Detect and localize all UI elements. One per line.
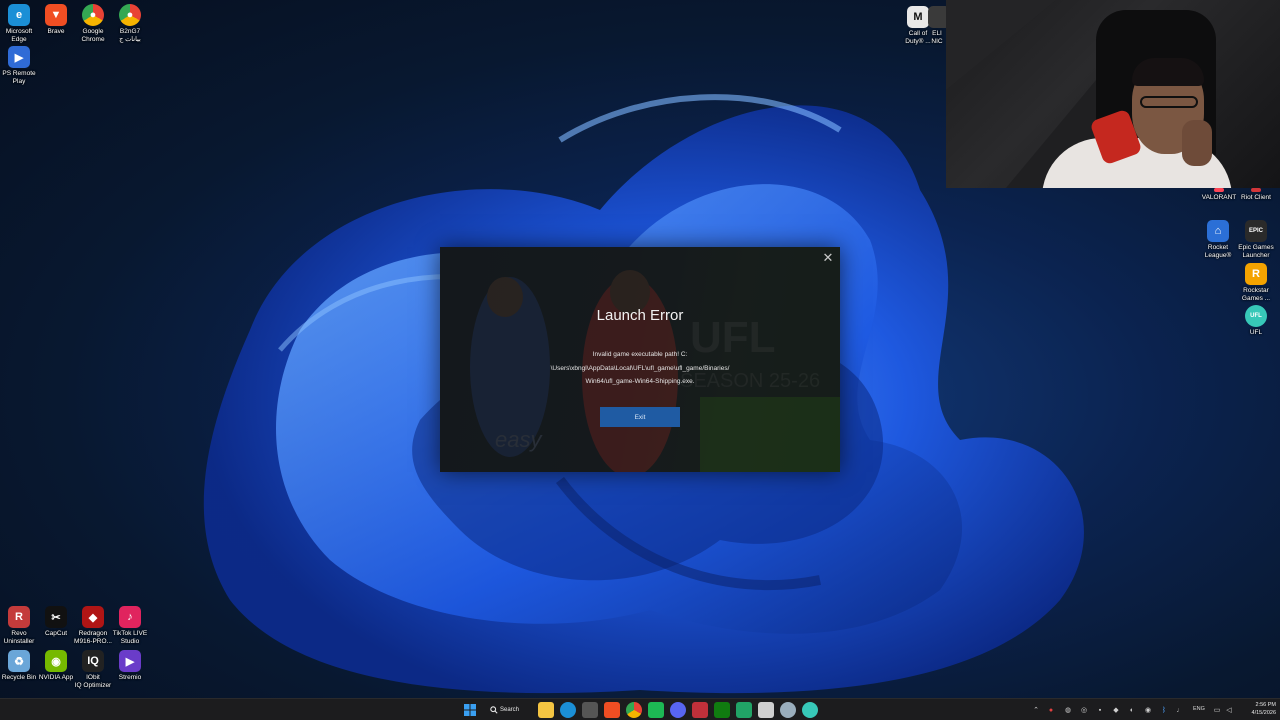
error-message-line: \Users\xbngl\AppData\Local\UFL\ufl_game\…: [550, 364, 730, 372]
capcut-icon: ✂: [45, 606, 67, 628]
desktop-icon-recycle-bin[interactable]: ♻ Recycle Bin: [0, 650, 38, 682]
tray-app-icon[interactable]: ◍: [1063, 704, 1073, 716]
nvidia-icon: ◉: [45, 650, 67, 672]
volume-icon[interactable]: ◁: [1224, 704, 1234, 716]
start-icon: [464, 704, 476, 716]
desktop-icon-chrome-profile[interactable]: ● B2nG7 بيانات ج: [111, 4, 149, 43]
clock-date: 4/15/2026: [1251, 710, 1276, 716]
steam-tray-icon[interactable]: ◉: [1143, 704, 1153, 716]
error-message-line: Invalid game executable path! C:: [592, 351, 688, 358]
search-icon: [490, 706, 498, 714]
brave-icon: ▼: [45, 4, 67, 26]
desktop-icon-ufl[interactable]: UFL UFL: [1237, 305, 1275, 337]
revo-uninstaller-icon: R: [8, 606, 30, 628]
taskbar-excel[interactable]: [736, 702, 752, 718]
redragon-icon: ◆: [82, 606, 104, 628]
tray-app-icon[interactable]: ◆: [1111, 704, 1121, 716]
tray-app-icon[interactable]: ▪: [1095, 704, 1105, 716]
valorant-icon: [1214, 188, 1224, 192]
chevron-up-icon[interactable]: ⌃: [1031, 704, 1041, 716]
desktop-icon-tiktok-live[interactable]: ♪ TikTok LIVE Studio: [111, 606, 149, 645]
taskbar-discord[interactable]: [670, 702, 686, 718]
riot-client-icon: [1251, 188, 1261, 192]
clock-time: 2:56 PM: [1255, 702, 1276, 708]
stremio-icon: ▶: [119, 650, 141, 672]
edge-icon: e: [8, 4, 30, 26]
launch-error-dialog: UFL SEASON 25-26 easy ✕ Launch Error Inv…: [440, 247, 840, 472]
desktop-icon-redragon[interactable]: ◆ Redragon M916-PRO...: [74, 606, 112, 645]
taskbar-search[interactable]: Search: [490, 702, 530, 718]
desktop-icon-iq-optimizer[interactable]: IQ IObit IQ Optimizer: [74, 650, 112, 689]
taskbar-edge[interactable]: [560, 702, 576, 718]
tray-app-icon[interactable]: ◐: [1127, 704, 1137, 716]
desktop-icon-stremio[interactable]: ▶ Stremio: [111, 650, 149, 682]
desktop-icon-brave[interactable]: ▼ Brave: [37, 4, 75, 36]
desktop-icon-riot-client[interactable]: Riot Client: [1237, 188, 1275, 202]
error-message: Invalid game executable path! C: \Users\…: [520, 348, 760, 389]
desktop-icon-valorant[interactable]: VALORANT: [1200, 188, 1238, 202]
language-indicator[interactable]: ENG: [1193, 706, 1205, 712]
desktop-icon-edge[interactable]: e Microsoft Edge: [0, 4, 38, 43]
taskbar-notepad[interactable]: [758, 702, 774, 718]
ps-remote-play-icon: ▶: [8, 46, 30, 68]
desktop-icon-revo-uninstaller[interactable]: R Revo Uninstaller: [0, 606, 38, 645]
chrome-icon: ●: [82, 4, 104, 26]
taskbar-file-explorer[interactable]: [538, 702, 554, 718]
webcam-overlay: [946, 0, 1280, 188]
taskbar: Search ⌃ ● ◍ ◎ ▪ ◆ ◐ ◉ ᛒ ♩ ENG ▭ ◁ 2:56 …: [0, 698, 1280, 720]
svg-text:easy: easy: [495, 427, 543, 452]
call-of-duty-icon: M: [907, 6, 929, 28]
taskbar-ufl[interactable]: [802, 702, 818, 718]
taskbar-spotify[interactable]: [648, 702, 664, 718]
taskbar-xbox[interactable]: [714, 702, 730, 718]
start-button[interactable]: [462, 702, 478, 718]
taskbar-store[interactable]: [582, 702, 598, 718]
taskbar-steam[interactable]: [780, 702, 796, 718]
search-label: Search: [500, 707, 520, 713]
desktop-icon-ps-remote-play[interactable]: ▶ PS Remote Play: [0, 46, 38, 85]
desktop-icon-rockstar[interactable]: R Rockstar Games ...: [1237, 263, 1275, 302]
recycle-bin-icon: ♻: [8, 650, 30, 672]
desktop-icon-capcut[interactable]: ✂ CapCut: [37, 606, 75, 638]
dialog-title: Launch Error: [596, 307, 684, 324]
taskbar-red-app[interactable]: [692, 702, 708, 718]
partial-icon: [928, 6, 946, 28]
exit-button[interactable]: Exit: [600, 407, 680, 427]
taskbar-brave[interactable]: [604, 702, 620, 718]
desktop-icon-chrome[interactable]: ● Google Chrome: [74, 4, 112, 43]
error-message-line: Win64/ufl_game-Win64-Shipping.exe.: [585, 378, 695, 385]
epic-games-icon: EPIC: [1245, 220, 1267, 242]
taskbar-chrome[interactable]: [626, 702, 642, 718]
desktop-icon-partial[interactable]: ELI NIC: [928, 6, 946, 45]
rockstar-icon: R: [1245, 263, 1267, 285]
microphone-icon[interactable]: ♩: [1175, 704, 1185, 716]
desktop-icon-epic-games[interactable]: EPIC Epic Games Launcher: [1237, 220, 1275, 259]
ufl-icon: UFL: [1245, 305, 1267, 327]
tray-app-icon[interactable]: ◎: [1079, 704, 1089, 716]
desktop-icon-rocket-league[interactable]: ⌂ Rocket League®: [1199, 220, 1237, 259]
tiktok-live-icon: ♪: [119, 606, 141, 628]
iq-optimizer-icon: IQ: [82, 650, 104, 672]
network-icon[interactable]: ▭: [1212, 704, 1222, 716]
desktop-icon-nvidia[interactable]: ◉ NVIDIA App: [37, 650, 75, 682]
chrome-profile-icon: ●: [119, 4, 141, 26]
rocket-league-icon: ⌂: [1207, 220, 1229, 242]
bluetooth-icon[interactable]: ᛒ: [1159, 704, 1169, 716]
taskbar-clock[interactable]: 2:56 PM 4/15/2026: [1238, 701, 1276, 717]
mic-icon[interactable]: ●: [1046, 704, 1056, 716]
close-icon[interactable]: ✕: [820, 250, 836, 266]
